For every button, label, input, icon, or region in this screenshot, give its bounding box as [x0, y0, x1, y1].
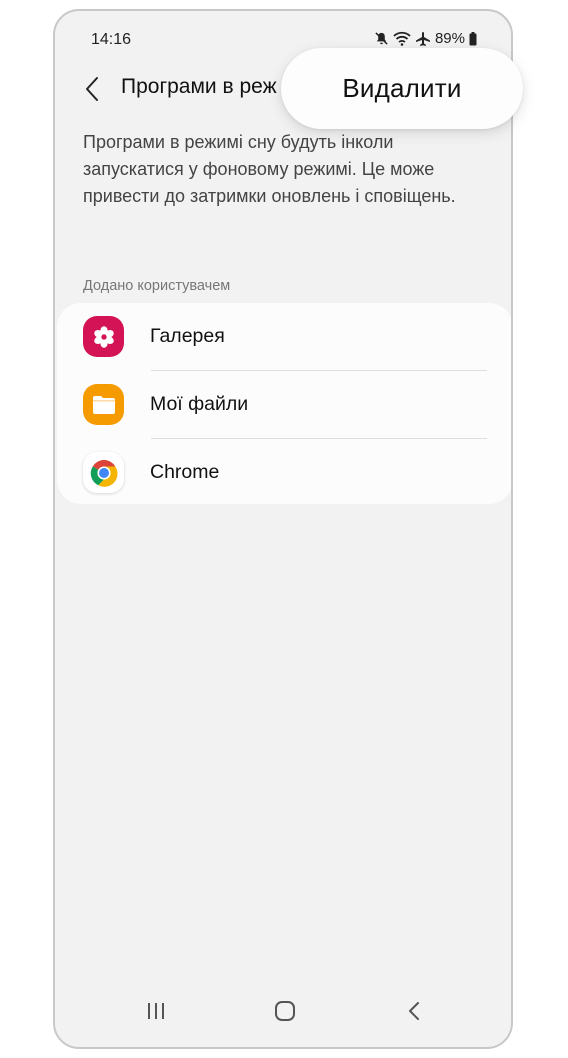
battery-icon	[469, 31, 477, 46]
gallery-icon	[83, 316, 124, 357]
list-item-my-files[interactable]: Мої файли	[57, 371, 511, 438]
recents-button[interactable]	[136, 995, 176, 1027]
popup-menu: Видалити	[281, 48, 523, 129]
list-item-gallery[interactable]: Галерея	[57, 303, 511, 370]
app-label: Мої файли	[150, 393, 249, 415]
app-list: Галерея Мої файли Chrome	[57, 303, 511, 506]
list-item-chrome[interactable]: Chrome	[57, 439, 511, 506]
wifi-icon	[393, 31, 411, 46]
app-label: Chrome	[150, 461, 220, 483]
page-title: Програми в реж	[121, 75, 277, 98]
description-text: Програми в режимі сну будуть інколи запу…	[83, 132, 456, 206]
phone-screen: 14:16 89% Програми в реж Програми в режи…	[53, 9, 513, 1049]
status-icons: 89%	[374, 30, 477, 47]
chrome-icon	[83, 452, 124, 493]
back-button[interactable]	[77, 71, 107, 107]
home-button[interactable]	[265, 995, 305, 1027]
battery-percent: 89%	[434, 30, 465, 47]
remove-menu-item[interactable]: Видалити	[342, 73, 461, 104]
status-time: 14:16	[91, 31, 132, 48]
back-icon	[409, 1002, 419, 1020]
airplane-icon	[415, 31, 431, 47]
folder-icon	[83, 384, 124, 425]
app-label: Галерея	[150, 325, 225, 347]
section-header: Додано користувачем	[83, 278, 231, 294]
chevron-left-icon	[86, 77, 98, 101]
nav-back-button[interactable]	[394, 995, 434, 1027]
navigation-bar	[55, 977, 511, 1047]
recents-icon	[148, 1003, 164, 1019]
mute-icon	[374, 31, 389, 46]
home-icon	[275, 1001, 295, 1021]
